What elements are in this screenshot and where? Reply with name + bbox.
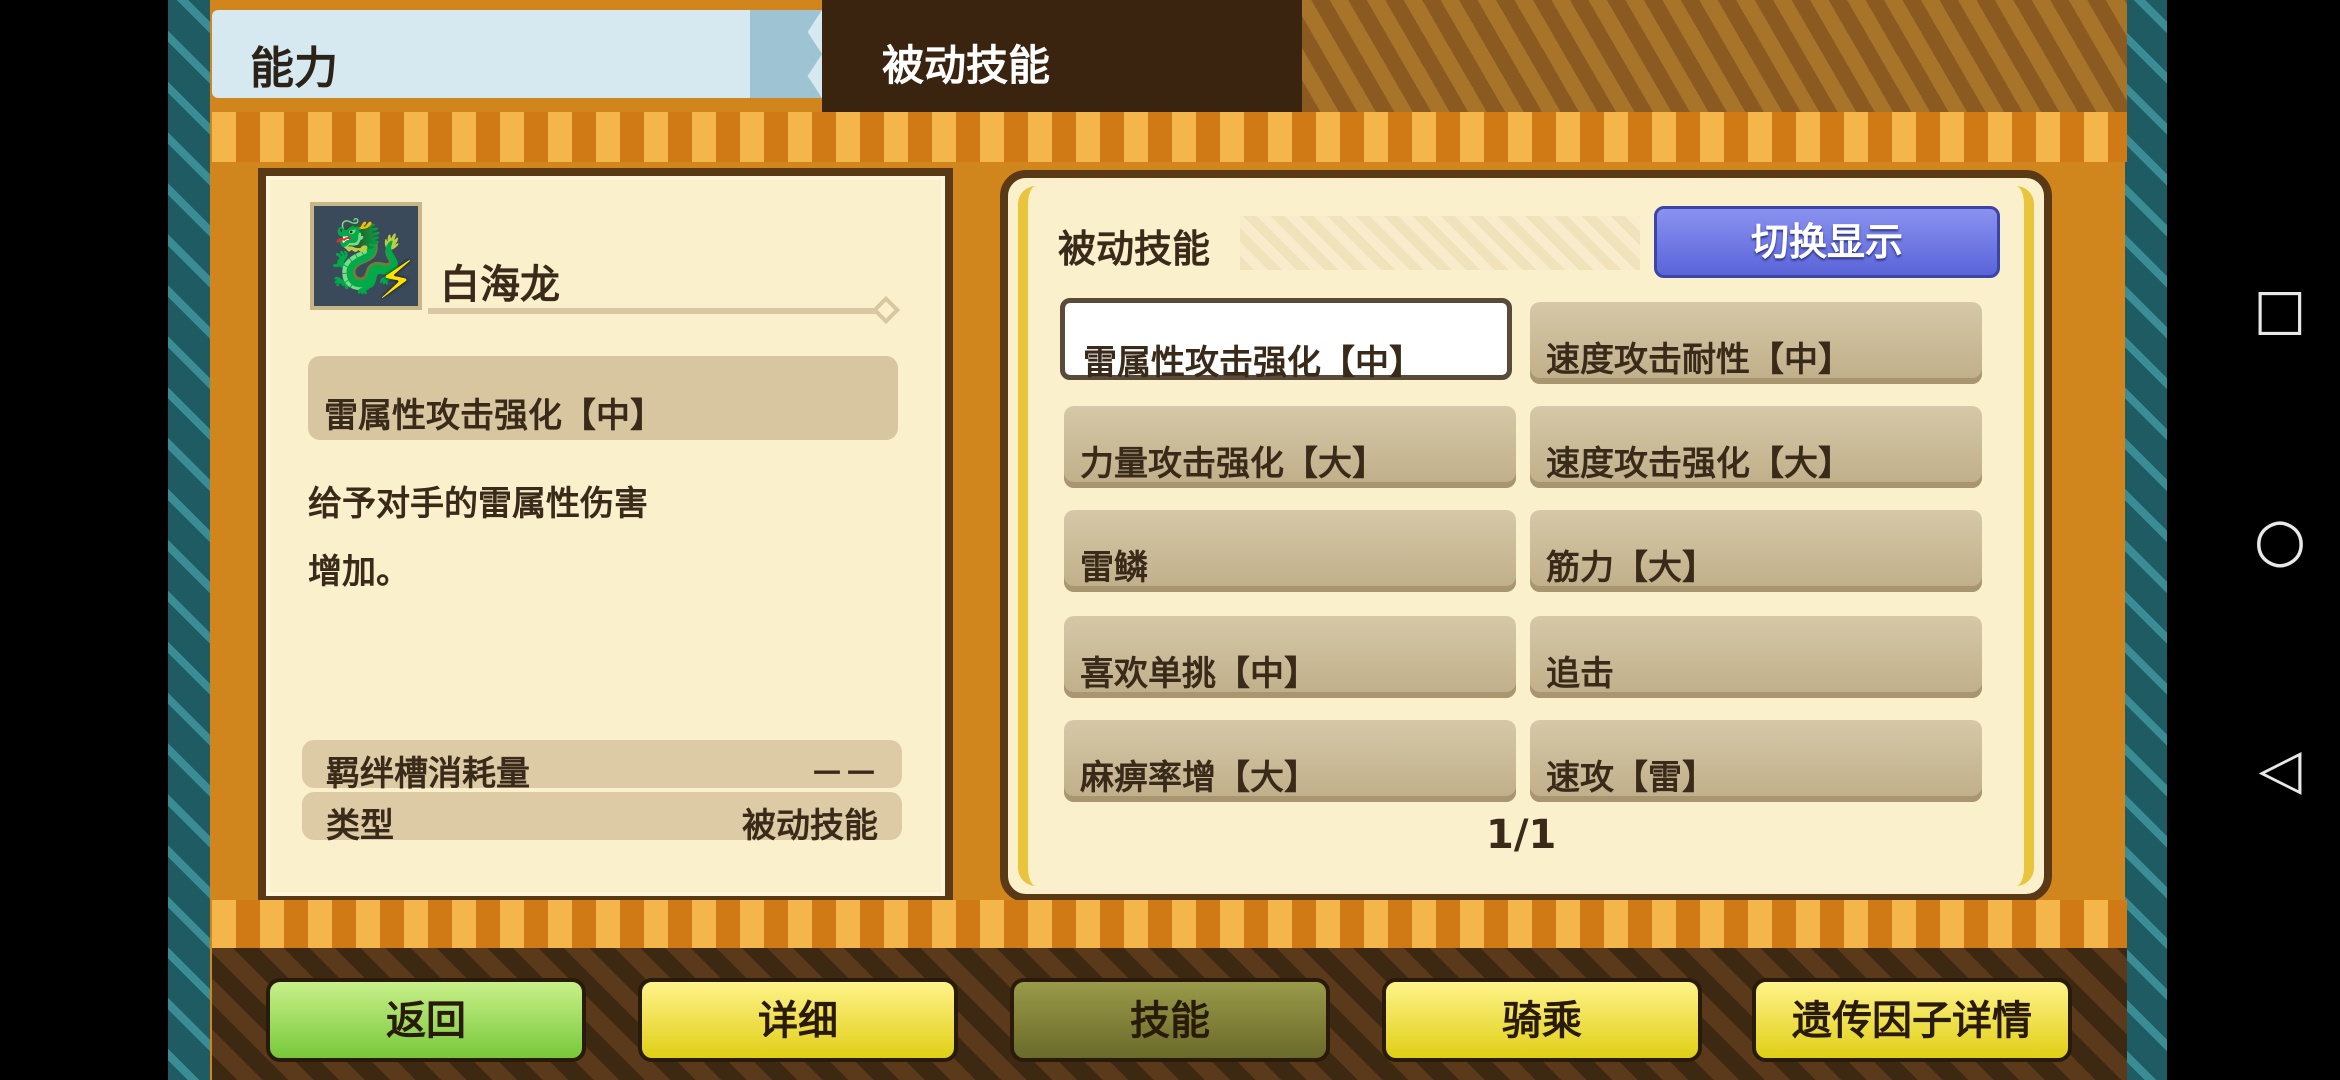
skill-button-label: 麻痹率增【大】 [1080, 758, 1318, 798]
skill-type-value: 被动技能 [742, 806, 878, 846]
home-icon[interactable]: ○ [2250, 510, 2310, 570]
skill-button-label: 速度攻击强化【大】 [1546, 444, 1852, 484]
skill-button-label: 筋力【大】 [1546, 548, 1716, 588]
page-indicator: 1/1 [1486, 812, 1557, 858]
bond-cost-label: 羁绊槽消耗量 [326, 754, 530, 794]
skill-button-label: 速度攻击耐性【中】 [1546, 340, 1852, 380]
skill-button-label: 追击 [1546, 654, 1614, 694]
passive-skill-heading: 被动技能 [1058, 227, 1211, 271]
skill-button-6[interactable]: 筋力【大】 [1530, 510, 1982, 592]
header-tab: 能力 ⬍ [212, 10, 822, 98]
bottom-zigzag-border [212, 900, 2127, 948]
lightning-bolt-icon: ⚡ [377, 251, 415, 311]
skill-button-label: 雷属性攻击强化【中】 [1083, 343, 1423, 383]
ride-button[interactable]: 骑乘 [1382, 978, 1702, 1062]
skill-button-5[interactable]: 雷鳞 [1064, 510, 1516, 592]
skill-button-8[interactable]: 追击 [1530, 616, 1982, 698]
bond-cost-value: －－ [810, 754, 878, 794]
skill-button-7[interactable]: 喜欢单挑【中】 [1064, 616, 1516, 698]
skill-button-1[interactable]: 雷属性攻击强化【中】 [1060, 298, 1512, 383]
skill-description-line2: 增加。 [308, 552, 410, 592]
selected-skill-name: 雷属性攻击强化【中】 [324, 396, 664, 436]
skills-button[interactable]: 技能 [1010, 978, 1330, 1062]
skill-button-label: 速攻【雷】 [1546, 758, 1716, 798]
skill-type-row: 类型 被动技能 [302, 792, 902, 846]
switch-display-button[interactable]: 切换显示 [1654, 206, 2000, 278]
header-title-bar: 被动技能 [822, 0, 1302, 112]
left-border-pattern [168, 0, 210, 1080]
header-tab-label: 能力 [250, 43, 338, 94]
name-underline [428, 308, 890, 314]
back-button[interactable]: 返回 [266, 978, 586, 1062]
gene-detail-button[interactable]: 遗传因子详情 [1752, 978, 2072, 1062]
page-title: 被动技能 [882, 41, 1051, 90]
right-border-pattern [2125, 0, 2167, 1080]
skill-button-label: 雷鳞 [1080, 548, 1148, 588]
skill-button-10[interactable]: 速攻【雷】 [1530, 720, 1982, 802]
skill-button-2[interactable]: 速度攻击耐性【中】 [1530, 302, 1982, 384]
bond-cost-row: 羁绊槽消耗量 －－ [302, 740, 902, 794]
skill-type-label: 类型 [326, 806, 394, 846]
detail-button[interactable]: 详细 [638, 978, 958, 1062]
monster-name: 白海龙 [440, 262, 560, 308]
skill-button-label: 喜欢单挑【中】 [1080, 654, 1318, 694]
header-tab-tag [750, 10, 822, 98]
top-zigzag-border [212, 112, 2127, 162]
heading-pattern [1240, 216, 1640, 270]
back-nav-icon[interactable]: ◁ [2250, 740, 2310, 800]
skill-description-line1: 给予对手的雷属性伤害 [308, 484, 648, 524]
header-pattern [1302, 0, 2127, 112]
skill-button-9[interactable]: 麻痹率增【大】 [1064, 720, 1516, 802]
recent-apps-icon[interactable]: □ [2250, 280, 2310, 340]
skill-button-3[interactable]: 力量攻击强化【大】 [1064, 406, 1516, 488]
skill-button-label: 力量攻击强化【大】 [1080, 444, 1386, 484]
skill-button-4[interactable]: 速度攻击强化【大】 [1530, 406, 1982, 488]
